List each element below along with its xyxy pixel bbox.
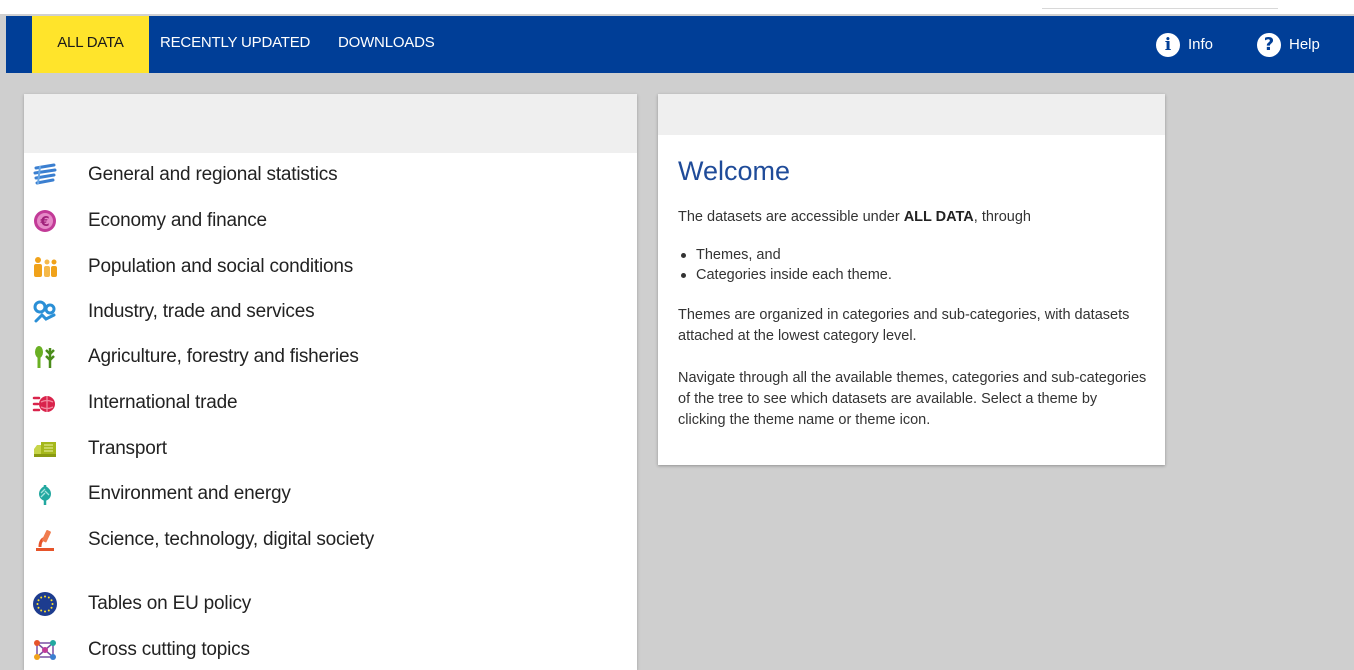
microscope-icon [36,530,54,551]
welcome-paragraph-1: Themes are organized in categories and s… [678,307,1130,344]
tab-downloads[interactable]: DOWNLOADS [338,16,435,73]
intro-text: The datasets are accessible under [678,209,904,225]
theme-label: Economy and finance [88,210,267,231]
theme-agriculture-forestry-fisheries[interactable]: Agriculture, forestry and fisheries [24,337,637,377]
themes-panel: General and regional statistics € Econom… [24,94,637,670]
help-icon: ? [1257,32,1281,57]
theme-cross-cutting-topics[interactable]: Cross cutting topics [24,630,637,670]
welcome-panel-header [658,94,1165,135]
themes-panel-header [24,94,637,153]
welcome-intro: The datasets are accessible under ALL DA… [678,207,1148,228]
bullet-item: Themes, and [678,245,892,265]
people-icon [34,257,57,277]
gears-people-icon [33,300,56,323]
network-icon [34,640,56,660]
help-label: Help [1289,35,1320,53]
theme-science-technology[interactable]: Science, technology, digital society [24,520,637,560]
theme-label: Agriculture, forestry and fisheries [88,346,359,367]
welcome-title: Welcome [678,156,791,186]
top-strip [0,0,1354,14]
welcome-paragraph-2: Navigate through all the available theme… [678,370,1147,428]
info-icon: i [1156,32,1180,57]
bullet-item: Categories inside each theme. [678,265,892,285]
truck-icon [34,442,56,457]
wheat-icon [35,346,55,368]
help-button[interactable]: ? Help [1257,16,1320,73]
theme-international-trade[interactable]: International trade [24,383,637,423]
theme-label: Tables on EU policy [88,593,252,614]
theme-population-social[interactable]: Population and social conditions [24,247,637,287]
theme-label: Industry, trade and services [88,301,315,322]
eu-flag-icon [33,592,57,616]
welcome-bullets: Themes, and Categories inside each theme… [678,245,892,285]
theme-label: General and regional statistics [88,164,338,185]
svg-text:€: € [39,215,49,230]
welcome-panel: Welcome The datasets are accessible unde… [658,94,1165,465]
theme-transport[interactable]: Transport [24,429,637,469]
theme-label: Population and social conditions [88,256,354,277]
theme-label: Cross cutting topics [88,639,250,660]
theme-label: Transport [88,438,167,459]
theme-label: Science, technology, digital society [88,529,375,550]
globe-arrows-icon [32,396,55,412]
info-button[interactable]: i Info [1156,16,1213,73]
euro-coin-icon: € [34,210,56,232]
theme-environment-energy[interactable]: Environment and energy [24,474,637,514]
theme-industry-trade-services[interactable]: Industry, trade and services [24,292,637,332]
info-label: Info [1188,35,1214,53]
search-area[interactable] [1042,0,1278,9]
tab-all-data[interactable]: ALL DATA [32,16,149,73]
theme-label: Environment and energy [88,483,291,504]
theme-economy-finance[interactable]: € Economy and finance [24,201,637,241]
theme-tables-eu-policy[interactable]: Tables on EU policy [24,584,637,624]
theme-general-regional-statistics[interactable]: General and regional statistics [24,155,637,195]
intro-bold: ALL DATA [903,209,974,225]
theme-label: International trade [88,392,238,413]
tab-recently-updated[interactable]: RECENTLY UPDATED [160,16,310,73]
main-navbar: ALL DATA RECENTLY UPDATED DOWNLOADS i In… [6,14,1354,73]
layers-icon [33,163,57,185]
intro-text-end: , through [973,209,1032,225]
leaf-icon [39,485,51,505]
